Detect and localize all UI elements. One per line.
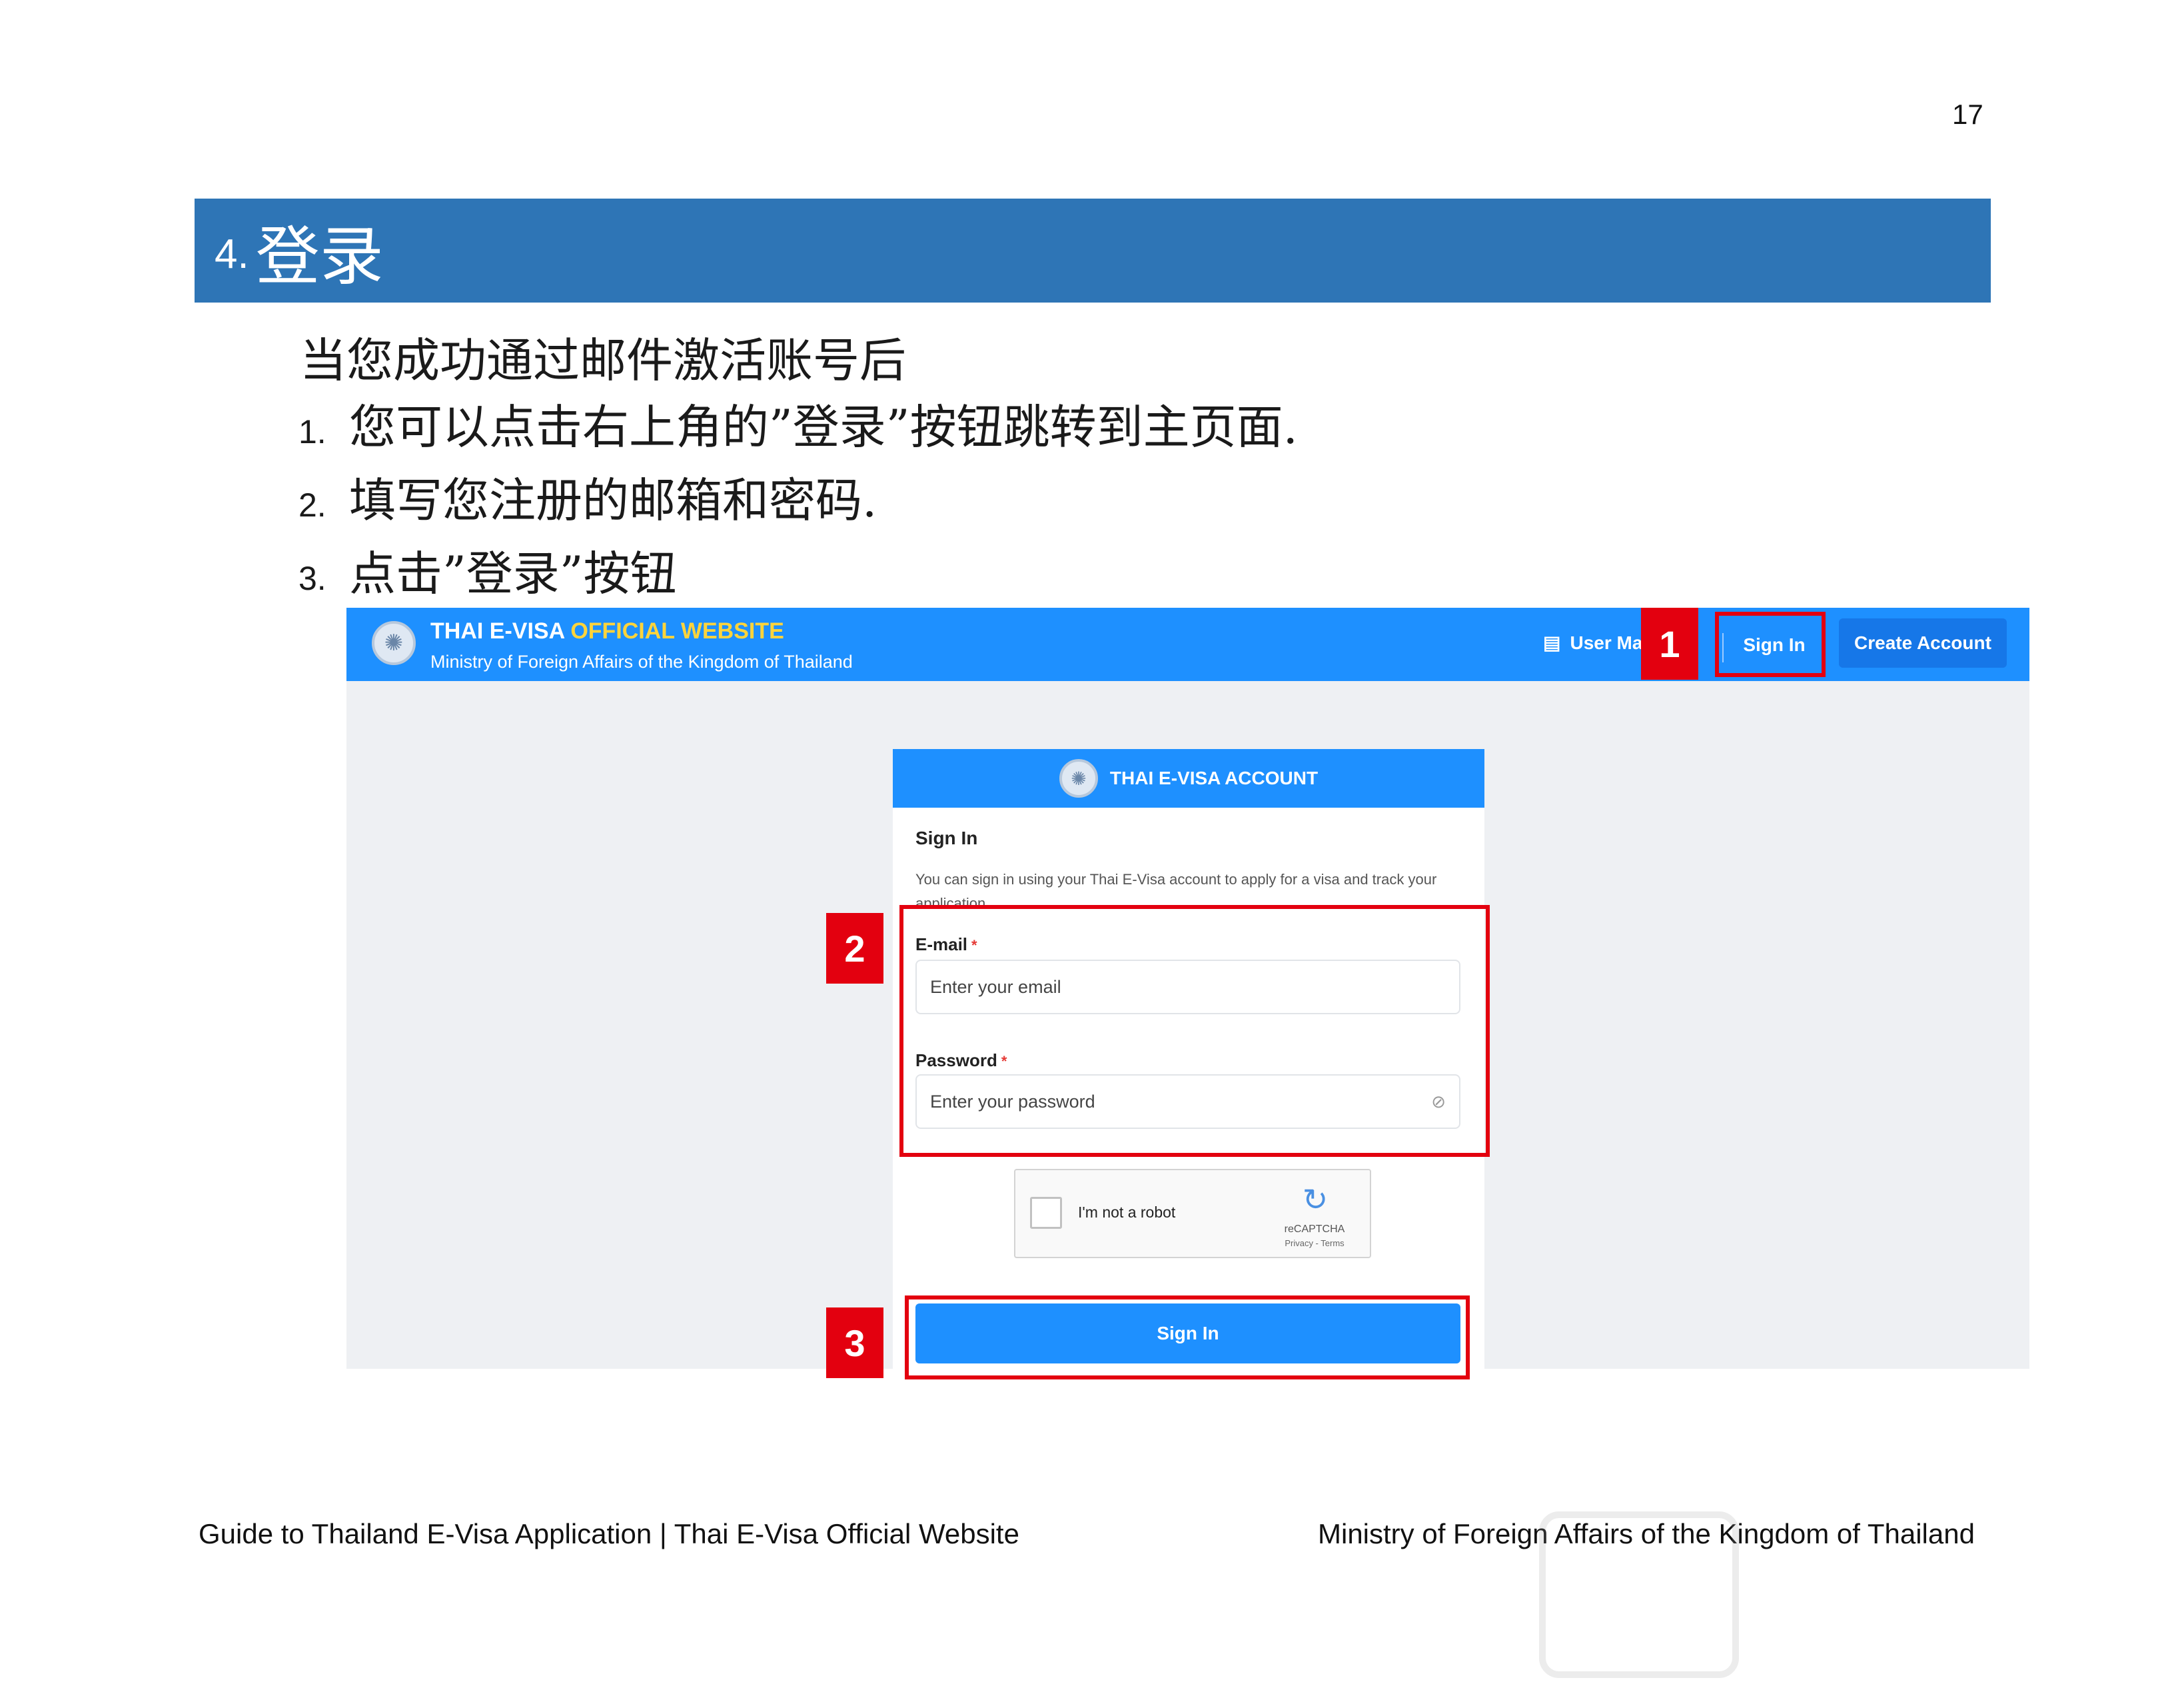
recaptcha-brand: reCAPTCHA (1284, 1224, 1345, 1235)
site-subtitle: Ministry of Foreign Affairs of the Kingd… (430, 652, 853, 672)
page-number: 17 (1952, 99, 1983, 130)
create-account-button[interactable]: Create Account (1839, 618, 2007, 668)
manual-icon: ▤ (1543, 632, 1561, 653)
step-text: 点击”登录”按钮 (349, 546, 677, 601)
user-manual-link[interactable]: ▤ User Ma (1543, 632, 1643, 654)
captcha-checkbox[interactable] (1030, 1197, 1062, 1229)
user-manual-label: User Ma (1570, 632, 1643, 653)
highlight-box-3 (905, 1295, 1470, 1379)
highlight-box-1 (1715, 612, 1826, 677)
section-title-text: 登录 (255, 219, 384, 294)
mfa-seal-icon: ✺ (1059, 759, 1098, 798)
step-number: 2. (298, 486, 326, 524)
step-item: 1. 您可以点击右上角的”登录”按钮跳转到主页面. (298, 390, 1298, 457)
section-number: 4. (215, 231, 249, 277)
highlight-box-2 (899, 905, 1490, 1157)
card-header: ✺ THAI E-VISA ACCOUNT (893, 749, 1484, 808)
callout-badge-3: 3 (826, 1307, 883, 1378)
step-number: 1. (298, 413, 326, 450)
step-text: 填写您注册的邮箱和密码. (349, 473, 877, 528)
intro-text: 当您成功通过邮件激活账号后 (300, 333, 906, 388)
step-item: 3. 点击”登录”按钮 (298, 536, 677, 604)
sign-in-heading: Sign In (915, 828, 978, 848)
card-title: THAI E-VISA ACCOUNT (1109, 768, 1319, 788)
recaptcha-links[interactable]: Privacy - Terms (1271, 1238, 1358, 1248)
mfa-seal-icon: ✺ (372, 621, 416, 665)
recaptcha-icon: ↻ (1302, 1182, 1329, 1218)
watermark (1526, 1485, 2179, 1685)
captcha-label: I'm not a robot (1078, 1204, 1176, 1221)
callout-badge-1: 1 (1641, 608, 1698, 680)
site-title: THAI E-VISA OFFICIAL WEBSITE (430, 618, 784, 644)
step-text: 您可以点击右上角的”登录”按钮跳转到主页面. (349, 400, 1298, 454)
step-item: 2. 填写您注册的邮箱和密码. (298, 463, 877, 530)
step-number: 3. (298, 560, 326, 597)
section-title: 4. 登录 (215, 200, 384, 301)
sign-in-description: You can sign in using your Thai E-Visa a… (915, 871, 1437, 909)
watermark-logo (1539, 1511, 1739, 1678)
footer-left: Guide to Thailand E-Visa Application | T… (199, 1518, 1019, 1549)
callout-badge-2: 2 (826, 913, 883, 984)
section-header-bar (195, 199, 1991, 303)
recaptcha-widget: I'm not a robot ↻ reCAPTCHA Privacy - Te… (1014, 1169, 1371, 1258)
